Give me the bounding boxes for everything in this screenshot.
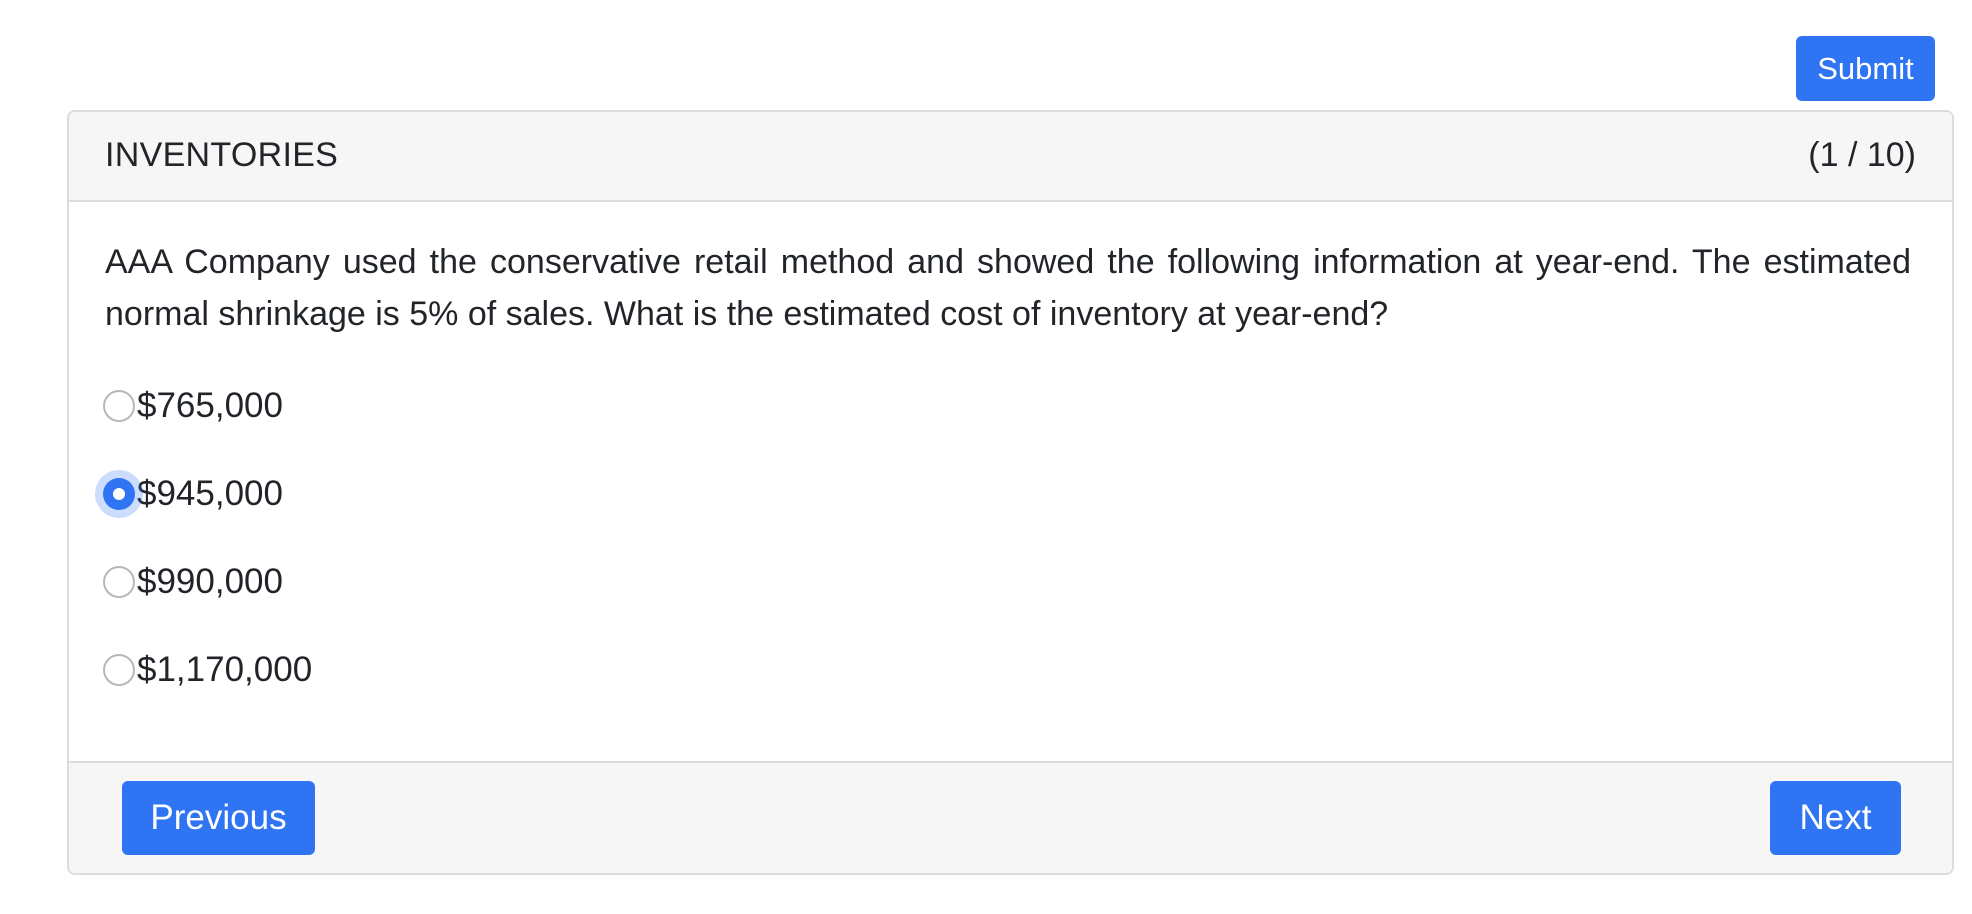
question-card: INVENTORIES (1 / 10) AAA Company used th… [67, 110, 1954, 875]
radio-button[interactable] [103, 654, 135, 686]
radio-button[interactable] [103, 566, 135, 598]
answer-options: $765,000 $945,000 $990,000 $1,170,000 [103, 380, 312, 732]
question-counter: (1 / 10) [1808, 136, 1916, 174]
answer-option[interactable]: $990,000 [103, 556, 312, 608]
radio-button[interactable] [103, 478, 135, 510]
submit-button[interactable]: Submit [1796, 36, 1935, 101]
answer-option[interactable]: $1,170,000 [103, 644, 312, 696]
card-footer: Previous Next [69, 761, 1952, 873]
next-button[interactable]: Next [1770, 781, 1901, 855]
answer-option-label: $945,000 [137, 474, 283, 513]
card-header: INVENTORIES (1 / 10) [69, 112, 1952, 202]
quiz-page: Submit INVENTORIES (1 / 10) AAA Company … [0, 0, 1972, 914]
answer-option-label: $765,000 [137, 386, 283, 425]
previous-button[interactable]: Previous [122, 781, 315, 855]
answer-option-label: $990,000 [137, 562, 283, 601]
answer-option-label: $1,170,000 [137, 650, 313, 689]
answer-option[interactable]: $945,000 [103, 468, 312, 520]
radio-button[interactable] [103, 390, 135, 422]
answer-option[interactable]: $765,000 [103, 380, 312, 432]
question-text: AAA Company used the conservative retail… [105, 243, 1911, 333]
section-title: INVENTORIES [105, 136, 339, 174]
